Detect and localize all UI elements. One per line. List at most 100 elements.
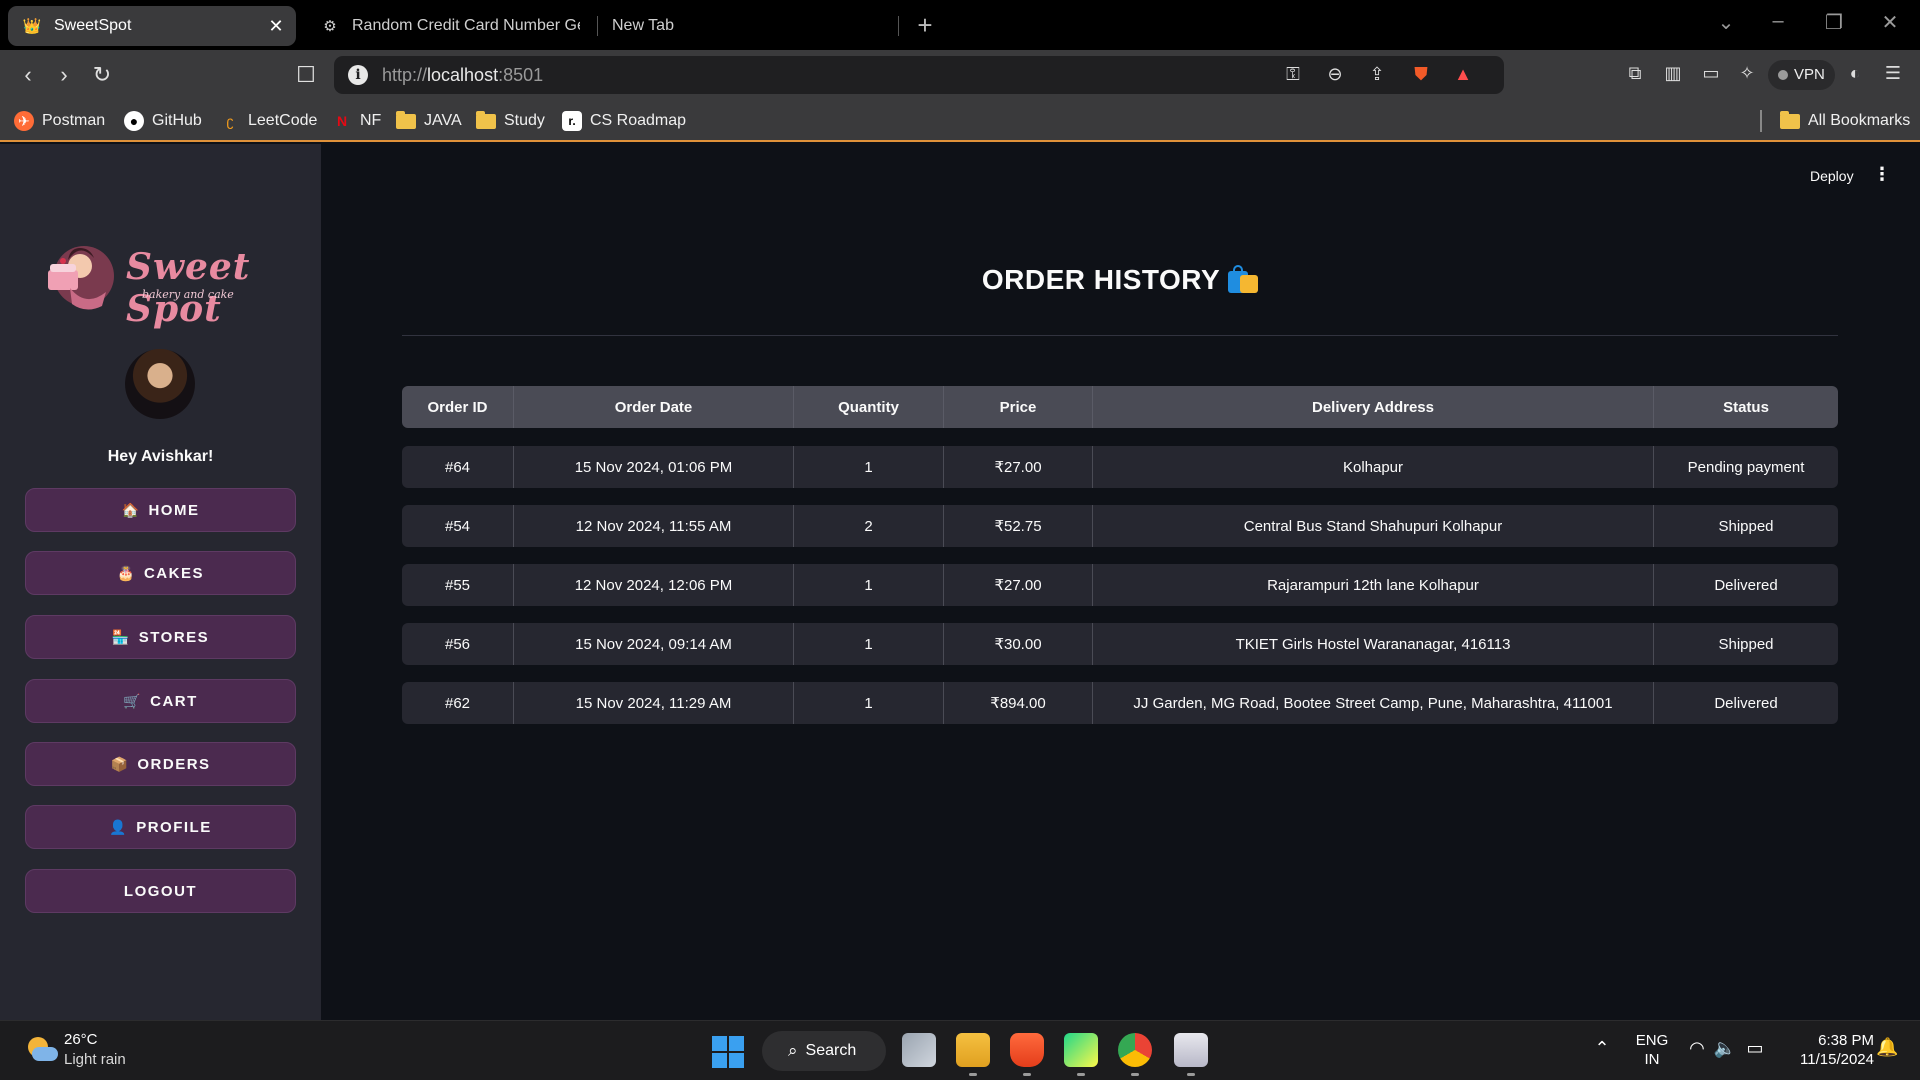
quantity-cell: 1 (794, 564, 944, 606)
nav-label: CAKES (143, 564, 204, 582)
weather-icon[interactable] (26, 1035, 58, 1065)
show-hidden-icons-chevron-icon[interactable]: ⌃ (1590, 1038, 1614, 1059)
system-clock[interactable]: 6:38 PM 11/15/2024 (1784, 1031, 1874, 1069)
person-icon: 👤 (109, 818, 129, 835)
nav-orders-button[interactable]: 📦 ORDERS (25, 742, 296, 786)
share-icon[interactable]: ⇪ (1364, 64, 1390, 88)
weather-condition[interactable]: Light rain (64, 1051, 126, 1068)
column-header-quantity: Quantity (794, 386, 944, 428)
bookmark-leetcode[interactable]: ʗ LeetCode (220, 109, 318, 133)
task-view-icon[interactable] (902, 1033, 936, 1067)
site-info-icon[interactable]: i (348, 65, 368, 85)
nav-profile-button[interactable]: 👤 PROFILE (25, 805, 296, 849)
tab-random-credit-card[interactable]: ⚙ Random Credit Card Number Gene (310, 6, 590, 46)
page-title: ORDER HISTORY (402, 264, 1838, 296)
battery-icon[interactable]: ▭ (1743, 1038, 1767, 1059)
tab-new-tab[interactable]: New Tab (602, 6, 892, 46)
brave-rewards-icon[interactable]: ▲ (1450, 64, 1476, 88)
logout-button[interactable]: LOGOUT (25, 869, 296, 913)
bookmark-label: LeetCode (248, 112, 318, 129)
snipping-tool-icon[interactable] (1174, 1033, 1208, 1067)
app-viewport: Sweet Spot bakery and cake Hey Avishkar!… (0, 144, 1920, 1020)
column-header-delivery-address: Delivery Address (1093, 386, 1654, 428)
nav-stores-button[interactable]: 🏪 STORES (25, 615, 296, 659)
bookmark-nf[interactable]: N NF (332, 109, 381, 133)
url-text[interactable]: http://localhost:8501 (382, 65, 543, 86)
address-bar[interactable]: i http://localhost:8501 ⚿ ⊖ ⇪ ⛊ ▲ (334, 56, 1504, 94)
reload-icon[interactable]: ↻ (88, 62, 116, 88)
github-icon: ● (124, 111, 144, 131)
address-cell: Kolhapur (1093, 446, 1654, 488)
vpn-button[interactable]: VPN (1768, 60, 1835, 90)
profile-icon[interactable]: ◐ (1842, 63, 1868, 87)
new-tab-plus-icon[interactable]: + (910, 10, 940, 41)
language-indicator[interactable]: ENG IN (1634, 1031, 1670, 1069)
quantity-cell: 1 (794, 446, 944, 488)
bookmark-folder-study[interactable]: Study (476, 109, 545, 133)
close-tab-icon[interactable]: ✕ (266, 16, 286, 37)
nav-cart-button[interactable]: 🛒 CART (25, 679, 296, 723)
pycharm-icon[interactable] (1064, 1033, 1098, 1067)
weather-temp[interactable]: 26°C (64, 1031, 98, 1048)
bookmark-label: JAVA (424, 112, 462, 129)
status-cell: Shipped (1718, 635, 1774, 653)
forward-icon[interactable]: › (50, 62, 78, 88)
file-explorer-icon[interactable] (956, 1033, 990, 1067)
sidebar-icon[interactable]: ▥ (1660, 63, 1686, 87)
kebab-menu-icon[interactable]: ⋮ (1872, 164, 1892, 185)
volume-icon[interactable]: 🔈 (1713, 1038, 1737, 1059)
deploy-button[interactable]: Deploy (1810, 168, 1854, 184)
vpn-status-icon (1778, 70, 1788, 80)
user-greeting: Hey Avishkar! (107, 448, 214, 465)
bookmark-postman[interactable]: ✈ Postman (14, 109, 105, 133)
address-cell: Rajarampuri 12th lane Kolhapur (1093, 564, 1654, 606)
order-id-cell: #64 (402, 446, 514, 488)
address-cell: Central Bus Stand Shahupuri Kolhapur (1093, 505, 1654, 547)
bookmark-folder-java[interactable]: JAVA (396, 109, 462, 133)
quantity-cell: 1 (794, 682, 944, 724)
tab-sweetspot[interactable]: 👑 SweetSpot ✕ (8, 6, 296, 46)
zoom-icon[interactable]: ⊖ (1322, 64, 1348, 88)
crown-icon: 👑 (22, 18, 42, 35)
tab-title: Random Credit Card Number Gene (352, 17, 580, 34)
order-date-cell: 12 Nov 2024, 11:55 AM (514, 505, 794, 547)
clock-date: 11/15/2024 (1800, 1051, 1874, 1068)
tab-separator (898, 16, 899, 36)
brave-shield-icon[interactable]: ⛊ (1408, 64, 1434, 88)
browser-toolbar: ‹ › ↻ ☐ i http://localhost:8501 ⚿ ⊖ ⇪ ⛊ … (0, 50, 1920, 100)
roadmap-icon: r. (562, 111, 582, 131)
address-cell: TKIET Girls Hostel Warananagar, 416113 (1093, 623, 1654, 665)
taskbar-search-button[interactable]: ⌕ Search (762, 1031, 886, 1071)
minimize-icon[interactable]: – (1758, 10, 1798, 33)
back-icon[interactable]: ‹ (14, 62, 42, 88)
tab-separator (597, 16, 598, 36)
leo-ai-icon[interactable]: ✧ (1734, 63, 1760, 87)
wifi-icon[interactable]: ◠ (1685, 1038, 1709, 1059)
chrome-icon[interactable] (1118, 1033, 1152, 1067)
brave-browser-icon[interactable] (1010, 1033, 1044, 1067)
language-code: ENG (1635, 1032, 1669, 1049)
bookmark-cs-roadmap[interactable]: r. CS Roadmap (562, 109, 686, 133)
extensions-icon[interactable]: ⧉ (1622, 63, 1648, 87)
key-icon[interactable]: ⚿ (1280, 64, 1306, 88)
nav-label: LOGOUT (123, 882, 198, 900)
search-label: Search (805, 1042, 857, 1059)
running-indicator (1187, 1073, 1195, 1076)
all-bookmarks-folder[interactable]: All Bookmarks (1780, 109, 1910, 133)
bookmark-github[interactable]: ● GitHub (124, 109, 202, 133)
column-header-status: Status (1723, 398, 1769, 416)
price-cell: ₹52.75 (944, 505, 1093, 547)
wallet-icon[interactable]: ▭ (1698, 63, 1724, 87)
bookmark-icon[interactable]: ☐ (292, 62, 320, 88)
nav-cakes-button[interactable]: 🎂 CAKES (25, 551, 296, 595)
windows-start-icon[interactable] (712, 1036, 744, 1068)
restore-icon[interactable]: ❐ (1814, 10, 1854, 35)
cake-icon: 🎂 (117, 564, 136, 581)
notification-bell-icon[interactable]: 🔔 (1876, 1037, 1898, 1058)
main-menu-icon[interactable]: ☰ (1880, 63, 1906, 87)
close-window-icon[interactable]: ✕ (1870, 10, 1910, 35)
order-id-cell: #54 (402, 505, 514, 547)
tab-list-chevron-icon[interactable]: ⌄ (1706, 10, 1746, 35)
tab-title: SweetSpot (54, 17, 132, 34)
nav-home-button[interactable]: 🏠 HOME (25, 488, 296, 532)
